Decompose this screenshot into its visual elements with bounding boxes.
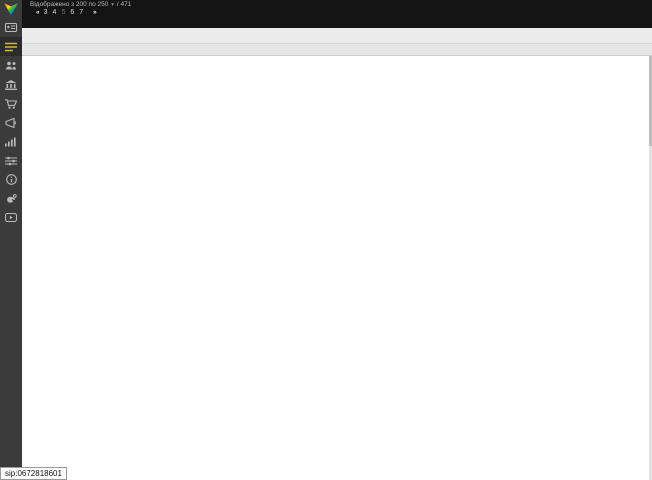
app-sidebar xyxy=(0,0,22,480)
page-number-4[interactable]: 4 xyxy=(53,9,57,16)
total-count: / 471 xyxy=(117,1,131,8)
page-number-3[interactable]: 3 xyxy=(44,9,48,16)
app-logo[interactable] xyxy=(0,0,22,18)
table-header xyxy=(22,28,652,44)
info-icon xyxy=(6,174,17,185)
showing-range: Відображено з 200 по 250 ▼ / 471 xyxy=(22,0,652,8)
stats-icon xyxy=(5,137,17,147)
pagination: « 34567 » xyxy=(22,8,652,16)
cart-icon xyxy=(5,99,17,109)
sidebar-item-stats[interactable] xyxy=(0,132,22,151)
clients-icon xyxy=(5,61,17,70)
video-icon xyxy=(5,213,17,222)
page-size-caret-icon[interactable]: ▼ xyxy=(110,2,115,8)
megaphone-icon xyxy=(5,118,17,128)
first-page-button[interactable]: « xyxy=(36,9,39,16)
sidebar-item-bank[interactable] xyxy=(0,75,22,94)
sidebar-item-sliders[interactable] xyxy=(0,151,22,170)
sidebar-item-clients[interactable] xyxy=(0,56,22,75)
id-card-icon xyxy=(5,23,17,32)
filter-row xyxy=(22,44,652,56)
sip-status-text: sip:0672818601 xyxy=(0,467,67,480)
logo-icon xyxy=(4,3,18,15)
page-number-6[interactable]: 6 xyxy=(70,9,74,16)
sidebar-item-id-card[interactable] xyxy=(0,18,22,37)
last-page-button[interactable]: » xyxy=(93,9,96,16)
sidebar-item-cart[interactable] xyxy=(0,94,22,113)
sidebar-item-hand[interactable] xyxy=(0,189,22,208)
sidebar-item-info[interactable] xyxy=(0,170,22,189)
orders-table xyxy=(22,56,652,480)
status-tabs xyxy=(23,16,652,28)
bank-icon xyxy=(5,80,17,90)
showing-text: Відображено з 200 по 250 xyxy=(30,1,108,8)
sliders-icon xyxy=(5,156,17,166)
sidebar-item-video[interactable] xyxy=(0,208,22,227)
page-number-7[interactable]: 7 xyxy=(79,9,83,16)
hand-icon xyxy=(5,194,17,204)
orders-list-icon xyxy=(5,42,17,52)
sidebar-item-orders-list[interactable] xyxy=(0,37,22,56)
sidebar-item-megaphone[interactable] xyxy=(0,113,22,132)
page-number-5[interactable]: 5 xyxy=(61,9,65,16)
